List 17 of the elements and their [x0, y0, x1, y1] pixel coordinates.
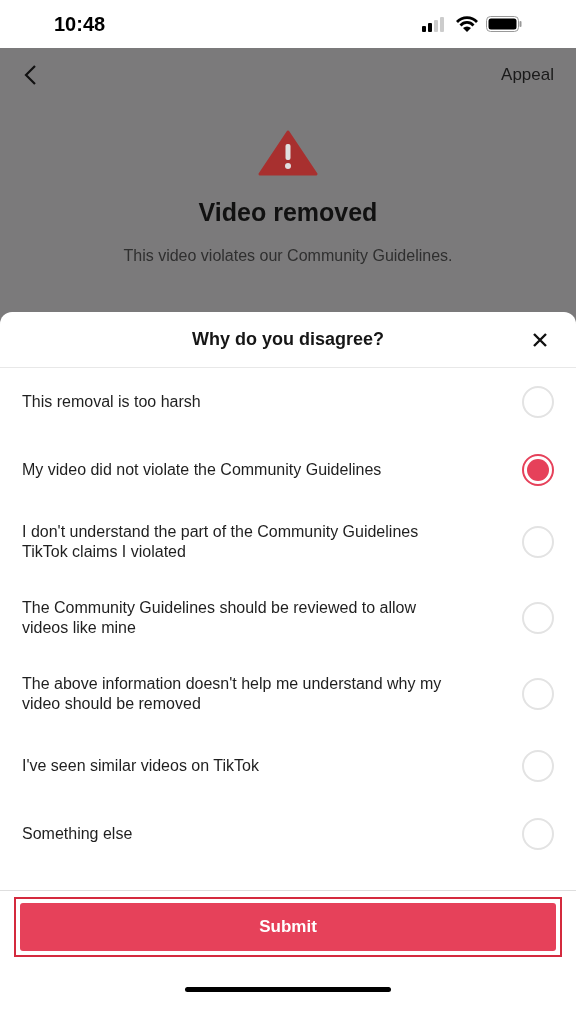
reason-option[interactable]: I've seen similar videos on TikTok — [0, 732, 576, 800]
reason-option[interactable]: This removal is too harsh — [0, 368, 576, 436]
submit-button[interactable]: Submit — [20, 903, 556, 951]
battery-icon — [486, 16, 522, 32]
appeal-link[interactable]: Appeal — [501, 62, 554, 88]
page-title: Video removed — [198, 197, 378, 228]
reason-option[interactable]: The above information doesn't help me understand why my video should be removed — [0, 656, 576, 732]
reason-option[interactable]: I don't understand the part of the Community Guidelines TikTok claims I violated — [0, 504, 576, 580]
reason-option[interactable]: The Community Guidelines should be reviewed to allow videos like mine — [0, 580, 576, 656]
page-subtitle: This video violates our Community Guidelines. — [123, 245, 453, 266]
radio-button[interactable] — [522, 454, 554, 486]
reason-option[interactable]: Something else — [0, 800, 576, 868]
reason-option[interactable]: My video did not violate the Community Guidelines — [0, 436, 576, 504]
sheet-title: Why do you disagree? — [192, 328, 384, 351]
warning-icon — [258, 130, 318, 176]
wifi-icon — [456, 16, 478, 32]
status-time: 10:48 — [54, 12, 106, 37]
